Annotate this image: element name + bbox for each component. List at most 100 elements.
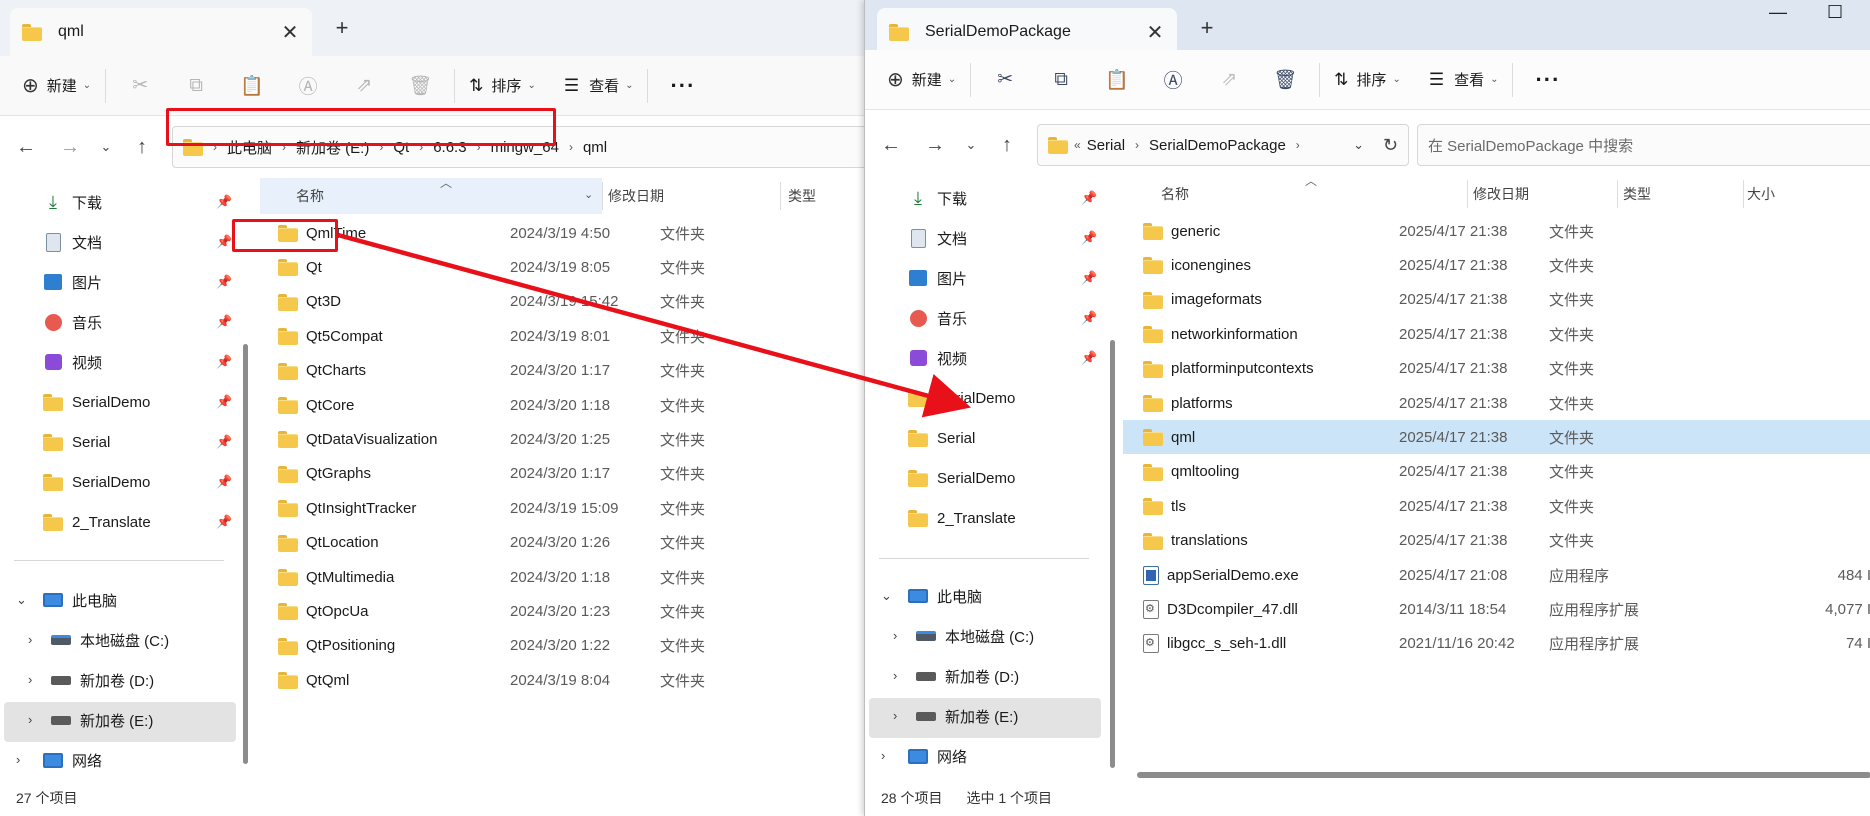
expand-chevron-icon[interactable]: › (16, 752, 20, 767)
nav-item-serialdemo-2[interactable]: SerialDemo (907, 462, 1015, 494)
file-row[interactable]: QmlTime 2024/3/19 4:50 文件夹 (258, 216, 865, 250)
cut-icon[interactable]: ✂ (112, 66, 168, 106)
file-row[interactable]: iconengines 2025/4/17 21:38 文件夹 (1123, 248, 1870, 282)
nav-item-serialdemo-2[interactable]: SerialDemo (42, 466, 150, 498)
pin-icon[interactable]: 📌 (216, 194, 232, 210)
file-row[interactable]: Qt3D 2024/3/19 15:42 文件夹 (258, 285, 865, 319)
up-arrow-icon[interactable]: ↑ (989, 134, 1025, 157)
nav-item-videos[interactable]: 视频 (42, 346, 102, 378)
column-header-name[interactable]: 名称 (1161, 176, 1189, 212)
copy-icon[interactable]: ⧉ (1033, 60, 1089, 100)
breadcrumb-item[interactable]: SerialDemoPackage (1149, 137, 1286, 154)
close-tab-icon[interactable]: ✕ (1145, 20, 1165, 45)
sort-button[interactable]: ⇅ 排序 ⌄ (1326, 60, 1409, 100)
nav-scrollbar[interactable] (243, 344, 248, 764)
pin-icon[interactable]: 📌 (216, 274, 232, 290)
new-button[interactable]: ⊕ 新建 ⌄ (879, 60, 964, 100)
more-options-button[interactable]: ··· (1519, 67, 1576, 93)
more-options-button[interactable]: ··· (654, 73, 711, 99)
pin-icon[interactable]: 📌 (216, 394, 232, 410)
file-row[interactable]: networkinformation 2025/4/17 21:38 文件夹 (1123, 317, 1870, 351)
pin-icon[interactable]: 📌 (1081, 270, 1097, 286)
file-row[interactable]: qml 2025/4/17 21:38 文件夹 (1123, 420, 1870, 455)
column-header-date[interactable]: 修改日期 (1473, 176, 1529, 212)
new-button[interactable]: ⊕ 新建 ⌄ (14, 66, 99, 106)
rename-icon[interactable]: Ⓐ (280, 66, 336, 106)
delete-icon[interactable]: 🗑 (392, 66, 448, 106)
address-bar[interactable]: › 此电脑 › 新加卷 (E:) › Qt › 6.6.3 › mingw_64… (172, 126, 865, 168)
file-row[interactable]: QtOpcUa 2024/3/20 1:23 文件夹 (258, 594, 865, 628)
file-row[interactable]: QtMultimedia 2024/3/20 1:18 文件夹 (258, 560, 865, 594)
address-history-chevron-icon[interactable]: ⌄ (1353, 137, 1364, 153)
nav-item-2-translate[interactable]: 2_Translate (907, 502, 1016, 534)
nav-item-videos[interactable]: 视频 (907, 342, 967, 374)
nav-item-downloads[interactable]: ⤓ 下载 (907, 182, 967, 214)
address-bar[interactable]: « Serial › SerialDemoPackage › ⌄ ↻ (1037, 124, 1409, 166)
tab-qml[interactable]: qml ✕ (10, 8, 312, 56)
back-arrow-icon[interactable]: ← (873, 134, 909, 157)
share-icon[interactable]: ⇗ (1201, 60, 1257, 100)
horizontal-scrollbar[interactable] (1137, 772, 1870, 778)
tree-item-this-pc[interactable]: 此电脑 (907, 580, 982, 612)
column-header-type[interactable]: 类型 (788, 178, 816, 214)
tree-item-network[interactable]: 网络 (907, 740, 967, 772)
recent-locations-chevron-icon[interactable]: ⌄ (88, 139, 124, 155)
nav-item-serial[interactable]: Serial (42, 426, 110, 458)
recent-locations-chevron-icon[interactable]: ⌄ (953, 137, 989, 153)
maximize-button[interactable]: ☐ (1827, 2, 1843, 23)
file-row[interactable]: platforminputcontexts 2025/4/17 21:38 文件夹 (1123, 352, 1870, 386)
file-row[interactable]: appSerialDemo.exe 2025/4/17 21:08 应用程序 484 … (1123, 558, 1870, 592)
search-input[interactable]: 在 SerialDemoPackage 中搜索 (1417, 124, 1870, 166)
copy-icon[interactable]: ⧉ (168, 66, 224, 106)
file-row[interactable]: QtQml 2024/3/19 8:04 文件夹 (258, 663, 865, 697)
pin-icon[interactable]: 📌 (1081, 310, 1097, 326)
file-row[interactable]: QtDataVisualization 2024/3/20 1:25 文件夹 (258, 422, 865, 456)
file-row[interactable]: Qt5Compat 2024/3/19 8:01 文件夹 (258, 319, 865, 353)
tree-item-drive-c[interactable]: 本地磁盘 (C:) (50, 624, 169, 656)
view-button[interactable]: ☰ 查看 ⌄ (556, 66, 642, 106)
tree-item-drive-e[interactable]: 新加卷 (E:) (50, 704, 153, 736)
breadcrumb-item[interactable]: mingw_64 (491, 139, 559, 156)
pin-icon[interactable]: 📌 (1081, 190, 1097, 206)
nav-item-pictures[interactable]: 图片 (907, 262, 967, 294)
nav-item-music[interactable]: 音乐 (907, 302, 967, 334)
file-row[interactable]: imageformats 2025/4/17 21:38 文件夹 (1123, 283, 1870, 317)
back-arrow-icon[interactable]: ← (8, 136, 44, 159)
rename-icon[interactable]: Ⓐ (1145, 60, 1201, 100)
breadcrumb-item[interactable]: qml (583, 139, 607, 156)
column-filter-chevron-icon[interactable]: ⌄ (584, 188, 593, 201)
paste-icon[interactable]: 📋 (224, 66, 280, 106)
paste-icon[interactable]: 📋 (1089, 60, 1145, 100)
expand-chevron-icon[interactable]: › (28, 672, 32, 687)
file-row[interactable]: Qt 2024/3/19 8:05 文件夹 (258, 250, 865, 284)
file-row[interactable]: libgcc_s_seh-1.dll 2021/11/16 20:42 应用程序扩展… (1123, 627, 1870, 661)
file-row[interactable]: D3Dcompiler_47.dll 2014/3/11 18:54 应用程序扩展 4… (1123, 592, 1870, 626)
collapse-chevron-icon[interactable]: ⌄ (881, 588, 892, 604)
file-row[interactable]: translations 2025/4/17 21:38 文件夹 (1123, 524, 1870, 558)
file-row[interactable]: QtCharts 2024/3/20 1:17 文件夹 (258, 354, 865, 388)
file-row[interactable]: QtPositioning 2024/3/20 1:22 文件夹 (258, 629, 865, 663)
expand-chevron-icon[interactable]: › (28, 632, 32, 647)
forward-arrow-icon[interactable]: → (917, 134, 953, 157)
pin-icon[interactable]: 📌 (1081, 350, 1097, 366)
cut-icon[interactable]: ✂ (977, 60, 1033, 100)
tree-item-drive-c[interactable]: 本地磁盘 (C:) (915, 620, 1034, 652)
file-row[interactable]: platforms 2025/4/17 21:38 文件夹 (1123, 386, 1870, 420)
file-row[interactable]: tls 2025/4/17 21:38 文件夹 (1123, 489, 1870, 523)
breadcrumb-item[interactable]: Qt (393, 139, 409, 156)
file-row[interactable]: generic 2025/4/17 21:38 文件夹 (1123, 214, 1870, 248)
tree-item-this-pc[interactable]: 此电脑 (42, 584, 117, 616)
new-tab-button[interactable]: + (327, 15, 357, 41)
nav-item-downloads[interactable]: ⤓ 下载 (42, 186, 102, 218)
pin-icon[interactable]: 📌 (1081, 230, 1097, 246)
pin-icon[interactable]: 📌 (216, 434, 232, 450)
column-header-type[interactable]: 类型 (1623, 176, 1651, 212)
up-arrow-icon[interactable]: ↑ (124, 136, 160, 159)
new-tab-button[interactable]: + (1192, 15, 1222, 41)
tree-item-network[interactable]: 网络 (42, 744, 102, 776)
nav-item-documents[interactable]: 文档 (907, 222, 967, 254)
file-row[interactable]: QtLocation 2024/3/20 1:26 文件夹 (258, 526, 865, 560)
column-header-date[interactable]: 修改日期 (608, 178, 664, 214)
nav-item-serial[interactable]: Serial (907, 422, 975, 454)
column-header-name[interactable]: 名称 (296, 178, 324, 214)
